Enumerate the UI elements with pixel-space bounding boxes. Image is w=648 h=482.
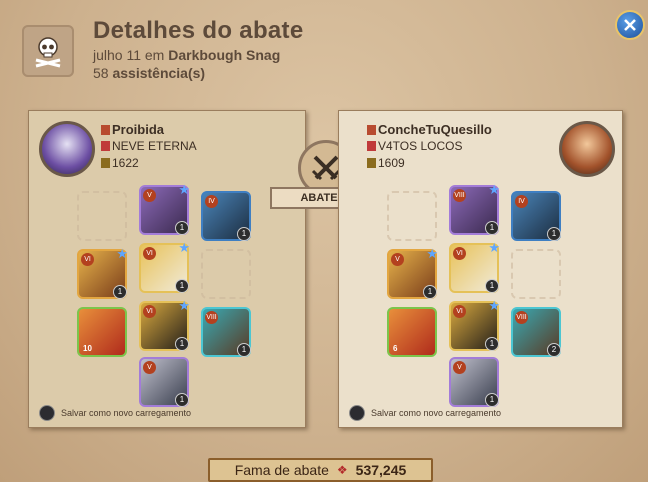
loadout-icon [349,405,365,421]
killer-slot-shoes[interactable]: VI ★ 1 [139,298,190,351]
tier-badge: V [143,189,156,202]
victim-slot-mainhand[interactable]: V ★ 1 [387,246,438,299]
star-icon: ★ [426,246,438,261]
fame-icon: ❖ [336,463,348,477]
item-quantity: 10 [83,344,92,353]
star-icon: ★ [178,182,190,197]
killer-slot-cape[interactable]: IV 1 [201,191,251,241]
item-quantity: 6 [393,344,398,353]
star-icon: ★ [488,240,500,255]
victim-save-label: Salvar como novo carregamento [371,408,502,418]
killer-slot-bag[interactable] [77,191,127,241]
victim-name-row: ConcheTuQuesillo [367,122,492,137]
killer-name: Proibida [112,122,165,137]
killer-avatar [39,121,95,177]
item-power-icon [101,158,110,168]
tier-badge: IV [205,195,218,208]
item-count-badge: 1 [175,337,189,351]
killer-slot-mainhand[interactable]: VI ★ 1 [77,246,128,299]
victim-avatar [559,121,615,177]
item-count-badge: 2 [547,343,561,357]
skull-icon [22,25,74,77]
victim-guild: V4TOS LOCOS [378,139,463,153]
tier-badge: VI [81,253,94,266]
tier-badge: V [453,361,466,374]
item-count-badge: 1 [485,279,499,293]
kill-fame-bar: Fama de abate ❖ 537,245 [208,458,433,482]
victim-slot-head[interactable]: VIII ★ 1 [449,182,500,235]
star-icon: ★ [488,182,500,197]
victim-guild-row: V4TOS LOCOS [367,139,462,153]
tier-badge: IV [515,195,528,208]
victim-slot-potion[interactable]: 6 [387,307,437,357]
killer-ip-row: 1622 [101,156,139,170]
killer-slot-head[interactable]: V ★ 1 [139,182,190,235]
victim-panel: ConcheTuQuesillo V4TOS LOCOS 1609 VIII ★ 1… [338,110,623,428]
victim-slot-food[interactable]: VIII 2 [511,307,561,357]
tier-badge: V [143,361,156,374]
killer-save-label: Salvar como novo carregamento [61,408,192,418]
tier-badge: V [391,253,404,266]
crown-icon [101,125,110,135]
kill-location-line: julho 11 em Darkbough Snag [93,47,280,63]
kill-details-window: Detalhes do abate julho 11 em Darkbough … [0,0,648,482]
shield-icon [101,141,110,151]
victim-save-loadout[interactable]: Salvar como novo carregamento [349,405,501,421]
killer-guild: NEVE ETERNA [112,139,197,153]
tier-badge: VI [143,247,156,260]
fame-label: Fama de abate [234,462,329,478]
close-button[interactable] [615,10,645,40]
victim-slot-bag[interactable] [387,191,437,241]
victim-slot-armor[interactable]: VI ★ 1 [449,240,500,293]
close-icon [624,19,636,31]
assists-label: assistência(s) [112,65,206,81]
tier-badge: VIII [515,311,528,324]
killer-name-row: Proibida [101,122,164,137]
item-count-badge: 1 [237,343,251,357]
item-power-icon [367,158,376,168]
tier-badge: VIII [453,189,466,202]
victim-item-power: 1609 [378,156,405,170]
item-count-badge: 1 [423,285,437,299]
kill-date: julho 11 em [93,47,165,63]
killer-save-loadout[interactable]: Salvar como novo carregamento [39,405,191,421]
tier-badge: VIII [205,311,218,324]
shield-icon [367,141,376,151]
victim-slot-mount[interactable]: V1 [449,357,499,407]
tier-badge: VI [453,247,466,260]
victim-name: ConcheTuQuesillo [378,122,492,137]
victim-slot-offhand[interactable] [511,249,561,299]
victim-slot-cape[interactable]: IV 1 [511,191,561,241]
killer-slot-potion[interactable]: 10 [77,307,127,357]
killer-slot-armor[interactable]: VI ★ 1 [139,240,190,293]
item-count-badge: 1 [547,227,561,241]
star-icon: ★ [116,246,128,261]
killer-slot-food[interactable]: VIII 1 [201,307,251,357]
victim-ip-row: 1609 [367,156,405,170]
assists-line: 58 assistência(s) [93,65,205,81]
killer-slot-mount[interactable]: V1 [139,357,189,407]
star-icon: ★ [178,240,190,255]
item-count-badge: 1 [175,221,189,235]
killer-panel: Proibida NEVE ETERNA 1622 V ★ 1 IV 1 VI ★ 1 VI ★ 1… [28,110,306,428]
crown-icon [367,125,376,135]
loadout-icon [39,405,55,421]
killer-item-power: 1622 [112,156,139,170]
tier-badge: VI [453,305,466,318]
item-count-badge: 1 [113,285,127,299]
item-count-badge: 1 [175,279,189,293]
page-title: Detalhes do abate [93,17,304,44]
fame-value: 537,245 [355,462,407,478]
victim-slot-shoes[interactable]: VI ★ 1 [449,298,500,351]
kill-location: Darkbough Snag [168,47,281,63]
item-count-badge: 1 [237,227,251,241]
star-icon: ★ [488,298,500,313]
killer-slot-offhand[interactable] [201,249,251,299]
item-count-badge: 1 [485,337,499,351]
killer-guild-row: NEVE ETERNA [101,139,197,153]
item-count-badge: 1 [485,221,499,235]
tier-badge: VI [143,305,156,318]
assists-count: 58 [93,65,109,81]
star-icon: ★ [178,298,190,313]
